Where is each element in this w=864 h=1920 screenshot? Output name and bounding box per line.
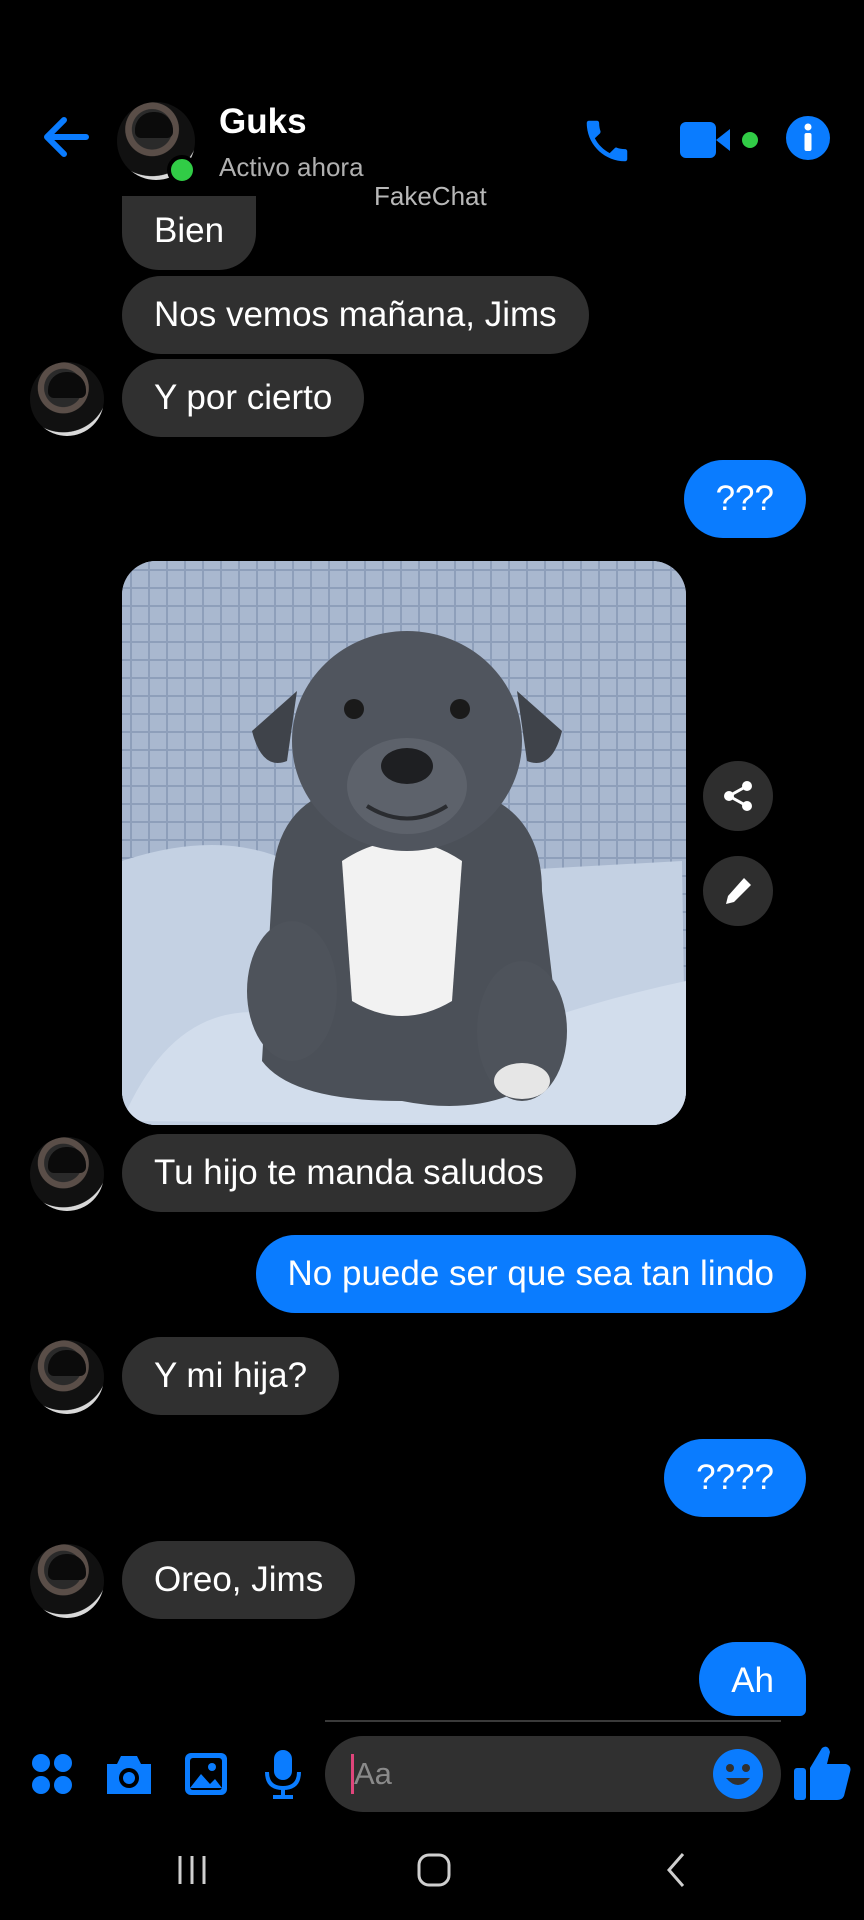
message-bubble-incoming[interactable]: Y mi hija? <box>122 1337 340 1415</box>
emoji-button[interactable] <box>712 1748 764 1800</box>
sender-avatar[interactable] <box>30 362 104 436</box>
sender-avatar[interactable] <box>30 1340 104 1414</box>
image-message[interactable] <box>122 561 686 1125</box>
contact-status: Activo ahora <box>219 152 364 182</box>
apps-button[interactable] <box>30 1752 74 1796</box>
message-bubble-incoming[interactable]: Tu hijo te manda saludos <box>122 1134 576 1212</box>
share-button[interactable] <box>703 761 773 831</box>
call-button[interactable] <box>580 114 634 168</box>
back-arrow-icon <box>44 117 89 157</box>
composer-bar: Aa <box>0 1732 864 1816</box>
input-placeholder: Aa <box>354 1756 392 1791</box>
home-button[interactable] <box>414 1850 454 1890</box>
info-icon <box>786 116 830 160</box>
watermark: FakeChat <box>374 181 487 211</box>
share-icon <box>724 781 752 811</box>
sender-avatar[interactable] <box>30 1137 104 1211</box>
home-icon <box>417 1853 451 1887</box>
back-button[interactable] <box>38 110 92 164</box>
recent-apps-button[interactable] <box>172 1850 212 1890</box>
message-bubble-incoming[interactable]: Y por cierto <box>122 359 365 437</box>
gallery-icon <box>185 1753 227 1795</box>
divider <box>325 1720 781 1722</box>
message-bubble-incoming[interactable]: Oreo, Jims <box>122 1541 356 1619</box>
message-bubble-outgoing[interactable]: ??? <box>683 460 806 538</box>
recent-apps-icon <box>178 1856 206 1884</box>
contact-name[interactable]: Guks <box>219 102 307 142</box>
message-bubble-outgoing[interactable]: No puede ser que sea tan lindo <box>255 1235 806 1313</box>
chevron-left-icon <box>667 1853 685 1887</box>
camera-icon <box>107 1756 151 1794</box>
message-bubble-incoming[interactable]: Nos vemos mañana, Jims <box>122 276 589 354</box>
camera-button[interactable] <box>103 1750 155 1798</box>
system-nav-bar <box>0 1816 864 1920</box>
sender-avatar[interactable] <box>30 1544 104 1618</box>
like-button[interactable] <box>792 1742 854 1804</box>
emoji-icon <box>713 1749 763 1799</box>
edit-button[interactable] <box>703 856 773 926</box>
chat-header: Guks Activo ahora <box>0 90 864 190</box>
video-camera-icon <box>680 122 758 158</box>
nav-back-button[interactable] <box>657 1850 697 1890</box>
dog-photo <box>122 561 686 1125</box>
info-button[interactable] <box>785 115 831 161</box>
pencil-icon <box>726 878 751 904</box>
microphone-icon <box>265 1750 301 1799</box>
message-bubble-outgoing[interactable]: ???? <box>664 1439 806 1517</box>
message-bubble-outgoing[interactable]: Ah <box>699 1642 806 1716</box>
video-call-button[interactable] <box>678 118 770 162</box>
microphone-button[interactable] <box>263 1748 303 1800</box>
message-bubble-incoming[interactable]: Bien <box>122 196 257 270</box>
online-indicator <box>167 155 197 185</box>
gallery-button[interactable] <box>182 1750 230 1798</box>
phone-icon <box>586 120 628 162</box>
thumbs-up-icon <box>794 1746 851 1800</box>
message-input[interactable]: Aa <box>325 1736 781 1812</box>
apps-grid-icon <box>32 1754 72 1794</box>
